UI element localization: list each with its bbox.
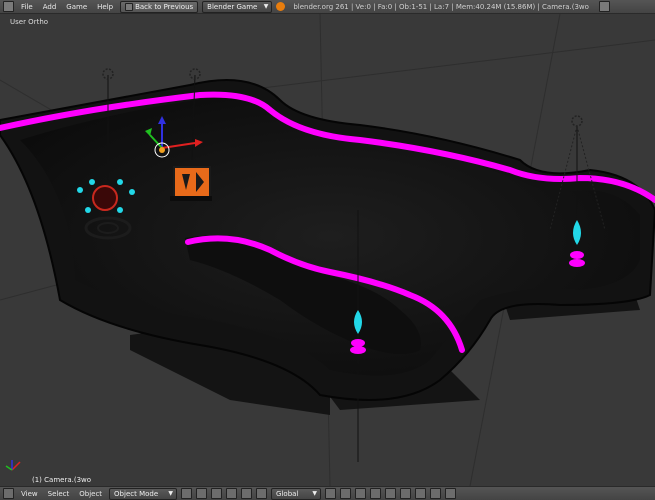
viewport-scene [0, 14, 655, 486]
viewport-shading-icon[interactable] [181, 488, 193, 499]
scene-stats: blender.org 261 | Ve:0 | Fa:0 | Ob:1-51 … [293, 2, 589, 11]
chevron-down-icon: ▼ [168, 489, 174, 497]
blender-logo-icon [276, 2, 286, 11]
mode-label: Object Mode [114, 489, 159, 498]
menu-help[interactable]: Help [94, 3, 116, 11]
menu-add[interactable]: Add [40, 3, 60, 11]
pivot-point-icon[interactable] [196, 488, 208, 499]
back-to-previous-label: Back to Previous [135, 2, 194, 11]
active-object-label: (1) Camera.(3wo [32, 476, 92, 484]
render-icon[interactable] [430, 488, 442, 499]
menu-object[interactable]: Object [76, 490, 105, 498]
menu-game[interactable]: Game [63, 3, 90, 11]
back-to-previous-button[interactable]: Back to Previous [120, 0, 199, 13]
editor-type-icon[interactable] [3, 488, 14, 499]
chevron-down-icon: ▼ [312, 489, 318, 497]
axis-indicator [5, 460, 21, 471]
orientation-dropdown[interactable]: Global ▼ [271, 487, 322, 500]
menu-select[interactable]: Select [45, 490, 73, 498]
scale-icon[interactable] [256, 488, 268, 499]
snap-icon[interactable] [415, 488, 427, 499]
screen-icon [125, 2, 134, 11]
layer-icon[interactable] [325, 488, 337, 499]
3d-viewport[interactable]: User Ortho (1) Camera.(3wo [0, 14, 655, 486]
layer-icon[interactable] [355, 488, 367, 499]
editor-type-icon[interactable] [3, 1, 14, 12]
info-header: File Add Game Help Back to Previous Blen… [0, 0, 655, 14]
orientation-label: Global [276, 489, 299, 498]
menu-view[interactable]: View [18, 490, 41, 498]
render-engine-dropdown[interactable]: Blender Game ▼ [202, 0, 273, 13]
fullscreen-icon[interactable] [598, 1, 610, 12]
layer-icon[interactable] [385, 488, 397, 499]
render-engine-label: Blender Game [207, 2, 258, 11]
translate-icon[interactable] [226, 488, 238, 499]
lock-icon[interactable] [400, 488, 412, 499]
mode-dropdown[interactable]: Object Mode ▼ [109, 487, 178, 500]
layer-icon[interactable] [340, 488, 352, 499]
layer-icon[interactable] [370, 488, 382, 499]
view-label: User Ortho [10, 18, 49, 26]
rotate-icon[interactable] [241, 488, 253, 499]
camera-icon[interactable] [445, 488, 457, 499]
chevron-down-icon: ▼ [263, 2, 269, 10]
manipulator-icon[interactable] [211, 488, 223, 499]
3d-view-header: View Select Object Object Mode ▼ Global … [0, 486, 655, 500]
menu-file[interactable]: File [18, 3, 36, 11]
